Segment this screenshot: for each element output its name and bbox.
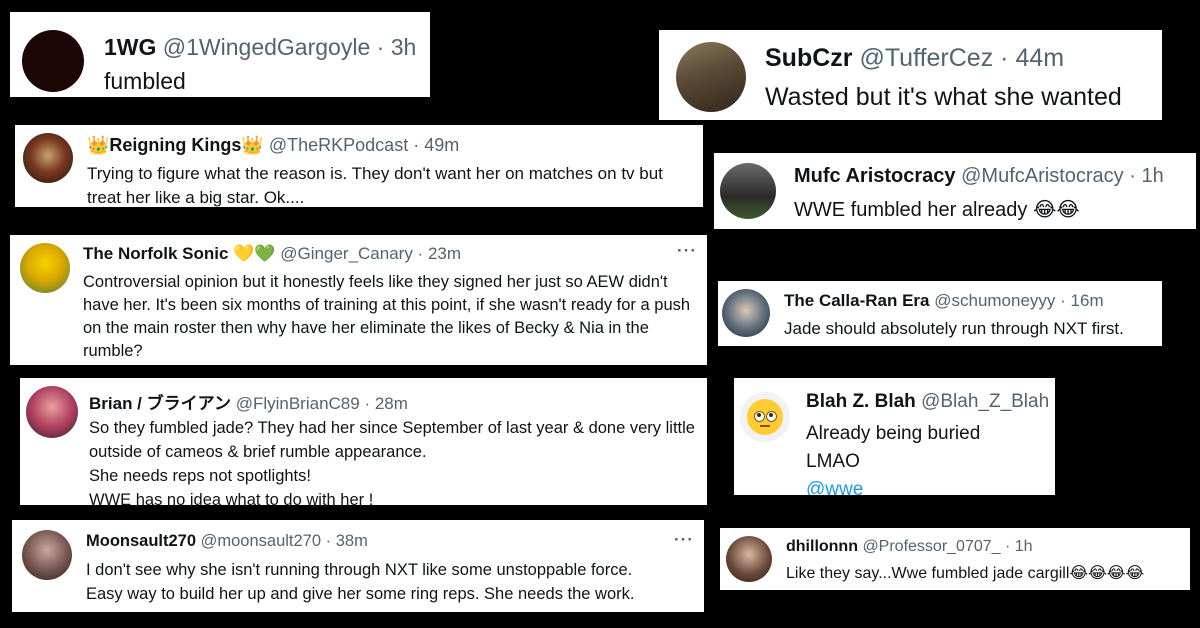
tweet-line: Already being buried: [806, 423, 981, 444]
display-name[interactable]: The Calla-Ran Era: [784, 291, 930, 310]
separator: ·: [370, 34, 391, 60]
timestamp[interactable]: 3h: [391, 34, 417, 60]
handle[interactable]: @1WingedGargoyle: [163, 34, 370, 60]
separator: ·: [412, 244, 428, 263]
separator: ·: [359, 394, 375, 413]
display-name[interactable]: Moonsault270: [86, 532, 196, 550]
avatar[interactable]: [22, 30, 84, 92]
separator: ·: [993, 44, 1016, 72]
avatar[interactable]: [740, 392, 790, 442]
display-name[interactable]: Blah Z. Blah: [806, 391, 916, 412]
tweet-line: LMAO: [806, 451, 860, 472]
display-name[interactable]: SubCzr: [765, 44, 853, 72]
handle[interactable]: @TheRKPodcast: [269, 135, 408, 155]
tweet-text: Wasted but it's what she wanted: [765, 83, 1122, 111]
display-name[interactable]: Brian / ブライアン: [89, 394, 231, 413]
display-name[interactable]: Mufc Aristocracy: [794, 165, 956, 187]
mention-link[interactable]: @wwe: [806, 476, 980, 495]
separator: ·: [321, 532, 336, 550]
timestamp[interactable]: 1h: [1141, 165, 1163, 187]
avatar[interactable]: [720, 163, 776, 219]
tweet-card[interactable]: The Norfolk Sonic 💛💚 @Ginger_Canary · 23…: [10, 235, 707, 365]
tweet-line: She needs reps not spotlights!: [89, 467, 311, 485]
crown-emoji: 👑: [241, 135, 264, 155]
tweet-card[interactable]: dhillonnn @Professor_0707_ · 1h Like the…: [720, 528, 1190, 590]
tweet-card[interactable]: Moonsault270 @moonsault270 · 38m ··· I d…: [12, 520, 704, 612]
timestamp[interactable]: 49m: [424, 135, 459, 155]
display-name[interactable]: The Norfolk Sonic: [83, 244, 228, 263]
tweet-text: fumbled: [104, 68, 186, 94]
tweet-card[interactable]: The Calla-Ran Era @schumoneyyy · 16m Jad…: [718, 281, 1162, 346]
timestamp[interactable]: 1h: [1015, 538, 1033, 555]
timestamp[interactable]: 28m: [375, 394, 408, 413]
avatar[interactable]: [22, 530, 72, 580]
tweet-text: Jade should absolutely run through NXT f…: [784, 319, 1124, 338]
more-options-icon[interactable]: ···: [677, 241, 697, 261]
tweet-card[interactable]: 1WG @1WingedGargoyle · 3h fumbled: [10, 12, 430, 97]
tweet-text: Trying to figure what the reason is. The…: [87, 164, 663, 207]
avatar[interactable]: [722, 289, 770, 337]
tweet-text: So they fumbled jade? They had her since…: [89, 416, 703, 505]
tweet-card[interactable]: SubCzr @TufferCez · 44m Wasted but it's …: [659, 30, 1162, 120]
display-name[interactable]: 1WG: [104, 34, 156, 60]
tweet-card[interactable]: 👑Reigning Kings👑 @TheRKPodcast · 49m Try…: [15, 125, 703, 207]
display-name[interactable]: 👑Reigning Kings👑: [87, 135, 264, 155]
tweet-card[interactable]: Blah Z. Blah @Blah_Z_Blah Already being …: [734, 378, 1055, 495]
heart-emoji: 💛💚: [233, 244, 276, 263]
timestamp[interactable]: 38m: [336, 532, 368, 550]
handle[interactable]: @Ginger_Canary: [280, 244, 413, 263]
tweet-text: WWE fumbled her already 😂😂: [794, 199, 1080, 221]
tweet-line: WWE has no idea what to do with her !: [89, 491, 374, 505]
tweet-line: So they fumbled jade? They had her since…: [89, 419, 695, 461]
display-name[interactable]: dhillonnn: [786, 538, 858, 555]
handle[interactable]: @moonsault270: [201, 532, 321, 550]
separator: ·: [1000, 538, 1015, 555]
tweet-text: Already being buried LMAO @wwe: [806, 420, 980, 495]
tweet-text: I don't see why she isn't running throug…: [86, 558, 700, 606]
avatar[interactable]: [20, 243, 70, 293]
separator: ·: [408, 135, 425, 155]
tweet-card[interactable]: Mufc Aristocracy @MufcAristocracy · 1h W…: [714, 153, 1196, 229]
timestamp[interactable]: 23m: [428, 244, 461, 263]
avatar[interactable]: [23, 133, 73, 183]
separator: ·: [1055, 291, 1071, 310]
more-options-icon[interactable]: ···: [674, 530, 694, 550]
handle[interactable]: @TufferCez: [859, 44, 993, 72]
handle[interactable]: @FlyinBrianC89: [236, 394, 360, 413]
avatar[interactable]: [26, 386, 78, 438]
timestamp[interactable]: 44m: [1015, 44, 1064, 72]
crown-emoji: 👑: [87, 135, 110, 155]
handle[interactable]: @Professor_0707_: [862, 538, 1000, 555]
separator: ·: [1123, 165, 1142, 187]
handle[interactable]: @MufcAristocracy: [961, 165, 1124, 187]
tweet-card[interactable]: Brian / ブライアン @FlyinBrianC89 · 28m So th…: [20, 378, 707, 505]
tweet-text: Like they say...Wwe fumbled jade cargill…: [786, 565, 1145, 582]
tweet-text: Controversial opinion but it honestly fe…: [83, 273, 691, 360]
tweet-line: Easy way to build her up and give her so…: [86, 585, 635, 603]
avatar[interactable]: [676, 42, 746, 112]
handle[interactable]: @Blah_Z_Blah: [921, 391, 1049, 412]
face-emoji-icon: [747, 399, 783, 435]
avatar[interactable]: [726, 536, 772, 582]
tweet-line: I don't see why she isn't running throug…: [86, 561, 633, 579]
timestamp[interactable]: 16m: [1071, 291, 1104, 310]
handle[interactable]: @schumoneyyy: [934, 291, 1055, 310]
